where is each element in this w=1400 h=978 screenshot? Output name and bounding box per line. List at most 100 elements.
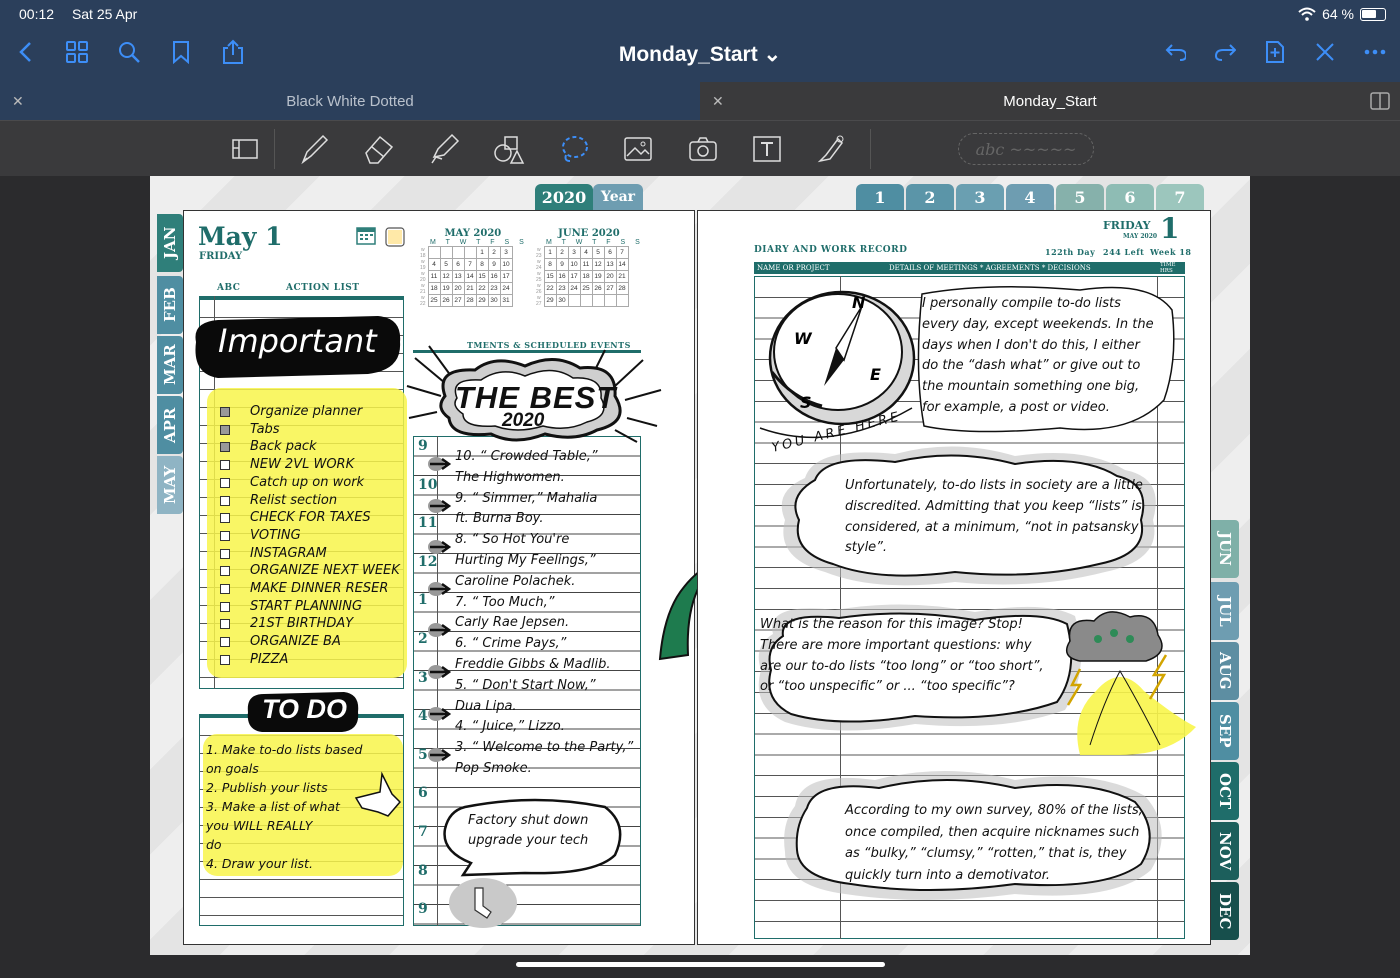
day-tab-5[interactable]: 5 (1056, 184, 1104, 210)
highlighter-icon[interactable] (426, 131, 462, 167)
month-tab-oct[interactable]: OCT (1211, 762, 1239, 820)
cal-day[interactable]: 15 (475, 270, 489, 283)
cal-day[interactable]: 1 (475, 246, 489, 259)
cal-day[interactable]: 7 (463, 258, 477, 271)
cal-day[interactable]: 18 (427, 282, 441, 295)
day-tab-7[interactable]: 7 (1156, 184, 1204, 210)
laser-pointer-icon[interactable] (813, 131, 849, 167)
cal-day[interactable]: 3 (499, 246, 513, 259)
cal-day[interactable] (567, 294, 581, 307)
cal-day[interactable]: 8 (543, 258, 557, 271)
close-icon[interactable]: ✕ (712, 93, 724, 110)
cal-day[interactable]: 7 (615, 246, 629, 259)
cal-day[interactable] (579, 294, 593, 307)
cal-day[interactable] (427, 246, 441, 259)
cal-day[interactable]: 21 (463, 282, 477, 295)
checkbox[interactable] (220, 566, 230, 577)
cal-day[interactable]: 15 (543, 270, 557, 283)
cal-day[interactable]: 26 (439, 294, 453, 307)
cal-day[interactable]: 30 (487, 294, 501, 307)
more-icon[interactable] (1364, 38, 1386, 66)
cal-day[interactable]: 2 (555, 246, 569, 259)
close-icon[interactable]: ✕ (12, 93, 24, 110)
cal-day[interactable] (615, 294, 629, 307)
cal-day[interactable]: 20 (451, 282, 465, 295)
cal-day[interactable]: 18 (579, 270, 593, 283)
cal-day[interactable] (451, 246, 465, 259)
cal-day[interactable]: 6 (451, 258, 465, 271)
cal-day[interactable]: 9 (555, 258, 569, 271)
cal-day[interactable]: 10 (567, 258, 581, 271)
reading-mode-icon[interactable] (227, 131, 263, 167)
cal-day[interactable]: 11 (579, 258, 593, 271)
tab-monday-start[interactable]: ✕ Monday_Start (700, 82, 1400, 120)
checkbox[interactable] (220, 495, 230, 506)
day-tab-2[interactable]: 2 (906, 184, 954, 210)
pen-icon[interactable] (296, 131, 332, 167)
cal-day[interactable]: 14 (615, 258, 629, 271)
cal-day[interactable]: 30 (555, 294, 569, 307)
month-tab-nov[interactable]: NOV (1211, 822, 1239, 880)
cal-day[interactable]: 2 (487, 246, 501, 259)
camera-icon[interactable] (685, 131, 721, 167)
cal-day[interactable]: 24 (499, 282, 513, 295)
cal-day[interactable]: 13 (603, 258, 617, 271)
cal-day[interactable] (439, 246, 453, 259)
checkbox[interactable] (220, 442, 230, 453)
cal-day[interactable] (591, 294, 605, 307)
cal-day[interactable]: 21 (615, 270, 629, 283)
cal-day[interactable]: 13 (451, 270, 465, 283)
checkbox[interactable] (220, 513, 230, 524)
calendar-icon[interactable] (356, 225, 376, 245)
month-tab-apr[interactable]: APR (157, 396, 183, 454)
month-tab-jun[interactable]: JUN (1211, 520, 1239, 578)
image-icon[interactable] (620, 131, 656, 167)
cal-day[interactable] (603, 294, 617, 307)
cal-day[interactable]: 29 (475, 294, 489, 307)
month-tab-dec[interactable]: DEC (1211, 882, 1239, 940)
cal-day[interactable]: 16 (555, 270, 569, 283)
cal-day[interactable]: 27 (603, 282, 617, 295)
checkbox[interactable] (220, 407, 230, 417)
cal-day[interactable]: 23 (487, 282, 501, 295)
cal-day[interactable]: 22 (543, 282, 557, 295)
cal-day[interactable]: 17 (499, 270, 513, 283)
cal-day[interactable]: 24 (567, 282, 581, 295)
day-tab-1[interactable]: 1 (856, 184, 904, 210)
checkbox[interactable] (220, 477, 230, 488)
month-tab-aug[interactable]: AUG (1211, 642, 1239, 700)
cal-day[interactable] (463, 246, 477, 259)
checkbox[interactable] (220, 584, 230, 594)
cal-day[interactable]: 4 (427, 258, 441, 271)
cal-day[interactable]: 3 (567, 246, 581, 259)
cal-day[interactable]: 31 (499, 294, 513, 307)
cal-day[interactable]: 28 (463, 294, 477, 307)
cal-day[interactable]: 28 (615, 282, 629, 295)
cal-day[interactable]: 6 (603, 246, 617, 259)
tab-black-white-dotted[interactable]: ✕ Black White Dotted (0, 82, 700, 120)
cal-day[interactable]: 19 (439, 282, 453, 295)
cal-day[interactable]: 22 (475, 282, 489, 295)
checkbox[interactable] (220, 424, 230, 435)
redo-icon[interactable] (1214, 38, 1236, 66)
month-tab-jul[interactable]: JUL (1211, 582, 1239, 640)
cal-day[interactable]: 5 (439, 258, 453, 271)
eraser-icon[interactable] (361, 131, 397, 167)
cal-day[interactable]: 27 (451, 294, 465, 307)
cal-day[interactable]: 20 (603, 270, 617, 283)
text-box-icon[interactable] (749, 131, 785, 167)
cal-day[interactable]: 5 (591, 246, 605, 259)
mini-calendar-may[interactable]: MAY 2020 M T W T F S S w 18 1 2 3 w 19 4 5 6 7 8 9… (418, 228, 528, 307)
cal-day[interactable]: 26 (591, 282, 605, 295)
year-tab[interactable]: 2020 (535, 184, 593, 210)
split-view-icon[interactable] (1370, 92, 1390, 110)
cal-day[interactable]: 11 (427, 270, 441, 283)
cal-day[interactable]: 29 (543, 294, 557, 307)
cal-day[interactable]: 10 (499, 258, 513, 271)
month-tab-may[interactable]: MAY (157, 456, 183, 514)
checkbox[interactable] (220, 654, 230, 665)
undo-icon[interactable] (1164, 38, 1186, 66)
checkbox[interactable] (220, 460, 230, 471)
notes-icon[interactable] (384, 226, 408, 248)
day-tab-3[interactable]: 3 (956, 184, 1004, 210)
